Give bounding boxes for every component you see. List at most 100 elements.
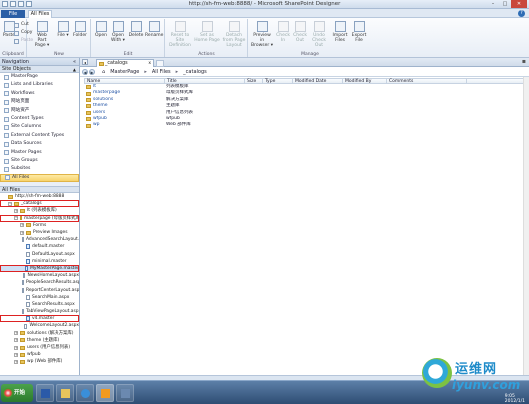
tree-node[interactable]: WelcomeLayout2.aspx [0,322,79,329]
reset-to-site-definition-button[interactable]: Reset to Site Definition [167,21,193,48]
vertical-scrollbar[interactable] [523,77,529,375]
tree-node[interactable]: + Preview Images [0,229,79,236]
detach-page-layout-button[interactable]: Detach from Page Layout [221,21,247,48]
site-object-item[interactable]: Subsites [0,165,79,173]
back-icon[interactable]: ◂ [82,59,88,65]
column-title[interactable]: Title [165,79,245,84]
tab-catalogs[interactable]: _catalogs x [96,59,154,67]
expand-toggle-icon[interactable]: + [14,331,18,336]
taskbar-explorer[interactable] [56,384,74,402]
back-arrow-icon[interactable]: ◀ [82,69,88,75]
tree-node[interactable]: AdvancedSearchLayout.aspx [0,236,79,243]
tree-node[interactable]: + theme (主题库) [0,337,79,344]
breadcrumb-item-masterpage[interactable]: MasterPage [110,67,139,77]
expand-toggle-icon[interactable]: + [14,352,18,357]
site-object-item[interactable]: External Content Types [0,132,79,140]
help-icon[interactable]: ? [518,10,525,17]
collapse-arrow-icon[interactable]: « [73,58,76,66]
tree-node[interactable]: DefaultLayout.aspx [0,251,79,258]
expand-toggle-icon[interactable]: + [20,223,24,228]
start-button[interactable]: 开始 [1,384,33,402]
column-modified-by[interactable]: Modified By [343,79,387,84]
taskbar-browser[interactable] [76,384,94,402]
expand-toggle-icon[interactable]: − [8,201,12,206]
tree-node[interactable]: − _catalogs [0,200,79,208]
tree-node[interactable]: ReportCenterLayout.aspx [0,287,79,294]
expand-toggle-icon[interactable]: + [14,345,18,350]
site-object-item[interactable]: 网站资产 [0,107,79,115]
expand-toggle-icon[interactable]: + [14,359,18,364]
tree-node[interactable]: − masterpage (母版页样式库) [0,214,79,222]
column-name[interactable]: Name [85,79,165,84]
column-modified-date[interactable]: Modified Date [293,79,343,84]
tree-node[interactable]: PeopleSearchResults.aspx [0,279,79,286]
check-in-button[interactable]: Check In [275,21,291,43]
tree-node[interactable]: + Forms [0,222,79,229]
open-button[interactable]: Open [93,21,109,38]
site-object-item[interactable]: Data Sources [0,140,79,148]
check-out-button[interactable]: Check Out [292,21,308,43]
cut-button[interactable]: Cut [14,22,29,28]
tab-close-icon[interactable]: x [148,60,151,67]
expand-toggle-icon[interactable]: + [14,209,18,214]
tree-node[interactable]: v4.master [0,315,79,323]
column-size[interactable]: Size [245,79,263,84]
open-with-button[interactable]: Open With ▾ [109,21,127,43]
site-object-item[interactable]: Master Pages [0,149,79,157]
tree-node[interactable]: http://sh-fm-web:8888 [0,193,79,200]
tree-node[interactable]: minimal.master [0,258,79,265]
expand-toggle-icon[interactable]: − [14,216,18,221]
tree-node[interactable]: default.master [0,243,79,250]
import-files-button[interactable]: Import Files [331,21,349,43]
expand-toggle-icon[interactable]: + [20,230,24,235]
taskbar-app[interactable] [116,384,134,402]
tree-node[interactable]: + wfpub [0,351,79,358]
new-file-button[interactable]: File ▾ [55,21,71,38]
new-tab-button[interactable] [156,60,164,67]
column-type[interactable]: Type [263,79,293,84]
site-object-item[interactable]: Lists and Libraries [0,81,79,89]
tree-node[interactable]: + users (用户信息列表) [0,344,79,351]
close-button[interactable]: ✕ [511,0,527,8]
all-files-tab[interactable]: All Files [28,10,52,18]
set-as-home-page-button[interactable]: Set as Home Page [194,21,220,43]
all-files-header[interactable]: All Files [0,186,79,194]
site-object-item[interactable]: 网站页面 [0,98,79,106]
taskbar-powershell[interactable] [36,384,54,402]
site-object-item[interactable]: Workflows [0,90,79,98]
delete-button[interactable]: Delete [128,21,144,38]
site-object-item[interactable]: Content Types [0,115,79,123]
tree-node[interactable]: MyMasterPage.master [0,264,79,273]
minimize-button[interactable]: – [487,0,499,8]
tree-node[interactable]: SearchMain.aspx [0,294,79,301]
tree-node[interactable]: TabViewPageLayout.aspx [0,308,79,315]
tree-node[interactable]: NewsHomeLayout.aspx [0,272,79,279]
site-object-item[interactable]: Site Groups [0,157,79,165]
tree-node[interactable]: + solutions (解决方案库) [0,330,79,337]
expand-toggle-icon[interactable]: + [14,338,18,343]
folder-link[interactable]: wp [93,122,100,128]
site-object-item[interactable]: Site Columns [0,123,79,131]
tree-node[interactable]: + wp (Web 部件库) [0,358,79,365]
minimize-pane-icon[interactable]: ▪ [522,58,526,65]
tree-node[interactable]: + lt (列表模板库) [0,207,79,214]
taskbar-sharepoint-designer[interactable] [96,384,114,402]
undo-check-out-button[interactable]: Undo Check Out [309,21,329,48]
site-object-item[interactable]: MasterPage [0,73,79,81]
maximize-button[interactable]: □ [499,0,511,8]
breadcrumb-item-all-files[interactable]: All Files [152,67,171,77]
tree-node[interactable]: SearchResults.aspx [0,301,79,308]
table-row[interactable]: wp Web 部件库 [84,122,524,128]
forward-arrow-icon[interactable]: ▶ [89,69,95,75]
site-object-item[interactable]: All Files [0,173,79,183]
rename-button[interactable]: Rename [145,21,163,38]
site-objects-header[interactable]: Site Objects ▲ [0,66,79,73]
breadcrumb-item-catalogs[interactable]: _catalogs [183,67,207,77]
export-file-button[interactable]: Export File [350,21,368,43]
web-part-page-button[interactable]: Web Part Page ▾ [32,21,52,48]
preview-in-browser-button[interactable]: Preview in Browser ▾ [251,21,273,48]
all-files-tree: http://sh-fm-web:8888− _catalogs + lt (列表模板… [0,193,79,378]
file-tab[interactable]: File [1,10,25,18]
column-comments[interactable]: Comments [387,79,467,84]
new-folder-button[interactable]: Folder [72,21,88,38]
